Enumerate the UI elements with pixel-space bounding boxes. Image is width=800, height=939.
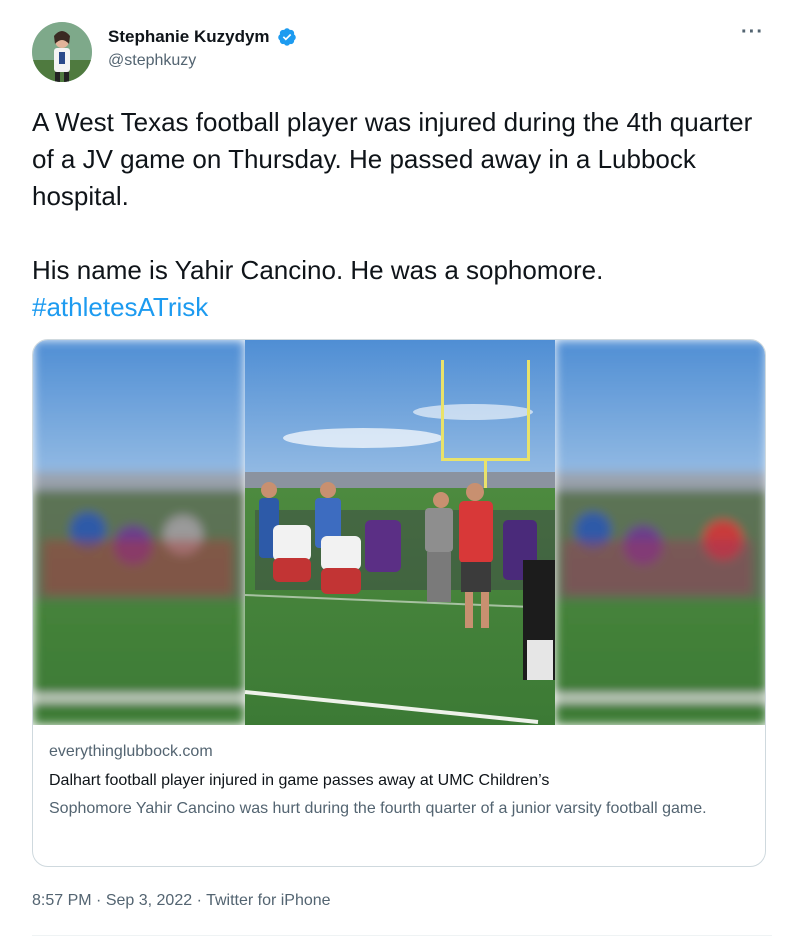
tweet-text: A West Texas football player was injured… — [32, 104, 772, 326]
avatar[interactable] — [32, 22, 92, 82]
more-options-icon[interactable]: ··· — [741, 22, 764, 42]
card-title[interactable]: Dalhart football player injured in game … — [49, 769, 749, 793]
handle[interactable]: @stephkuzy — [108, 50, 297, 72]
hashtag-link[interactable]: #athletesATrisk — [32, 289, 772, 326]
tweet-timestamp: 8:57 PM · Sep 3, 2022 · Twitter for iPho… — [32, 890, 331, 912]
card-description: Sophomore Yahir Cancino was hurt during … — [49, 800, 707, 817]
link-card[interactable]: everythinglubbock.com Dalhart football p… — [32, 339, 766, 867]
divider — [32, 935, 772, 936]
tweet: Stephanie Kuzydym @stephkuzy ··· A West … — [0, 0, 800, 939]
author-block: Stephanie Kuzydym @stephkuzy — [108, 26, 297, 72]
tweet-source[interactable]: Twitter for iPhone — [206, 892, 331, 909]
separator: · — [96, 892, 102, 909]
separator: · — [196, 892, 202, 909]
tweet-header: Stephanie Kuzydym @stephkuzy ··· — [32, 22, 772, 84]
tweet-time[interactable]: 8:57 PM — [32, 892, 92, 909]
display-name[interactable]: Stephanie Kuzydym — [108, 26, 270, 48]
tweet-date[interactable]: Sep 3, 2022 — [106, 892, 192, 909]
card-image[interactable] — [33, 340, 765, 725]
verified-badge-icon — [277, 27, 297, 47]
card-meta: everythinglubbock.com Dalhart football p… — [49, 740, 749, 821]
tweet-text-line: A West Texas football player was injured… — [32, 107, 753, 211]
tweet-text-line: His name is Yahir Cancino. He was a soph… — [32, 255, 604, 285]
card-domain: everythinglubbock.com — [49, 743, 213, 760]
